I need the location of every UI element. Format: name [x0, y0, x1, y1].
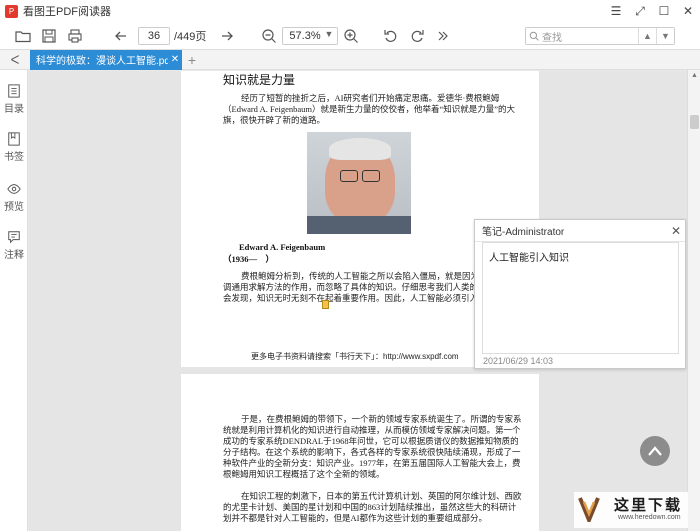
left-sidebar: 目录 书签 预览 注释 [0, 70, 28, 531]
tab-label: 科学的极致：漫谈人工智能.pdf [36, 56, 168, 67]
watermark: 这里下载 www.heredown.com [574, 492, 688, 528]
paragraph: 在知识工程的刺激下，日本的第五代计算机计划、英国的阿尔维计划、西欧的尤里卡计划、… [223, 491, 522, 523]
rotate-left-icon[interactable] [378, 24, 404, 48]
search-input[interactable]: 查找 [542, 29, 638, 44]
close-icon[interactable]: ✕ [676, 0, 700, 22]
section-heading: 知识就是力量 [223, 73, 296, 87]
vertical-scrollbar[interactable]: ▲ [687, 70, 700, 531]
sidebar-item-annotation[interactable]: 注释 [0, 230, 28, 261]
zoom-value: 57.3% [289, 29, 321, 42]
rotate-right-icon[interactable] [404, 24, 430, 48]
watermark-url: www.heredown.com [618, 514, 681, 521]
tab-document[interactable]: 科学的极致：漫谈人工智能.pdf ✕ [30, 49, 182, 70]
comment-icon [8, 231, 20, 244]
portrait-shirt [307, 216, 411, 234]
note-popup: 笔记-Administrator ✕ 人工智能引入知识 2021/06/29 1… [474, 219, 686, 369]
toc-icon [8, 84, 20, 98]
menu-icon[interactable]: ☰ [604, 0, 628, 22]
back-to-top-button[interactable] [640, 436, 670, 466]
note-marker-icon[interactable] [322, 300, 329, 309]
note-text-area[interactable]: 人工智能引入知识 [482, 242, 679, 354]
print-icon[interactable] [62, 24, 88, 48]
app-logo-icon: P [5, 4, 18, 18]
sidebar-item-bookmark[interactable]: 书签 [0, 132, 28, 163]
watermark-logo-icon [578, 497, 600, 522]
note-title: 笔记-Administrator [482, 227, 565, 238]
save-icon[interactable] [36, 24, 62, 48]
prev-page-icon[interactable] [108, 24, 134, 48]
zoom-in-icon[interactable] [338, 24, 364, 48]
page-footer-text: 更多电子书资料请搜索「书行天下」：http://www.sxpdf.com [251, 352, 459, 361]
paragraph: 经历了短暂的挫折之后，AI研究者们开始痛定思痛。爱德华·费根鲍姆（Edward … [223, 93, 516, 125]
chevron-up-icon [648, 446, 662, 456]
note-timestamp: 2021/06/29 14:03 [483, 356, 554, 366]
maximize-icon[interactable]: ☐ [652, 0, 676, 22]
scroll-up-icon[interactable]: ▲ [688, 70, 700, 82]
page-number-input[interactable]: 36 [138, 26, 170, 45]
close-icon[interactable]: ✕ [667, 224, 685, 238]
sidebar-item-label: 目录 [4, 104, 24, 115]
zoom-select[interactable]: 57.3% ▼ [282, 26, 339, 45]
image-caption: Edward A. Feigenbaum [239, 242, 326, 252]
page-total: /449页 [174, 30, 207, 43]
portrait-hair [329, 138, 391, 160]
sidebar-item-label: 书签 [4, 152, 24, 163]
sidebar-item-toc[interactable]: 目录 [0, 84, 28, 115]
image-caption-years: （1936— ） [223, 254, 275, 264]
search-prev-icon[interactable]: ▲ [638, 28, 656, 44]
search-box[interactable]: 查找 ▲ ▼ [525, 27, 675, 45]
new-tab-icon[interactable]: + [182, 52, 202, 68]
fullscreen-icon[interactable]: ⤢ [628, 0, 652, 22]
collapse-sidebar-icon[interactable]: ᐸ [0, 50, 30, 70]
next-page-icon[interactable] [214, 24, 240, 48]
scroll-thumb[interactable] [690, 115, 699, 129]
more-tools-icon[interactable] [430, 24, 456, 48]
portrait-glasses-left [340, 170, 358, 182]
title-bar: P 看图王PDF阅读器 ☰ ⤢ ☐ ✕ [0, 0, 700, 22]
note-header: 笔记-Administrator ✕ [475, 220, 685, 242]
search-next-icon[interactable]: ▼ [656, 28, 674, 44]
watermark-text: 这里下载 [614, 496, 683, 514]
chevron-down-icon: ▼ [324, 28, 334, 39]
paragraph: 于是，在费根鲍姆的带领下，一个新的领域专家系统诞生了。所谓的专家系统就是利用计算… [223, 414, 522, 479]
pdf-page: 于是，在费根鲍姆的带领下，一个新的领域专家系统诞生了。所谓的专家系统就是利用计算… [181, 374, 539, 531]
tab-bar: ᐸ 科学的极致：漫谈人工智能.pdf ✕ + [0, 49, 700, 70]
sidebar-item-preview[interactable]: 预览 [0, 182, 28, 213]
window-controls: ☰ ⤢ ☐ ✕ [604, 0, 700, 22]
toolbar: 36 /449页 57.3% ▼ 查找 ▲ ▼ [0, 22, 700, 50]
tab-close-icon[interactable]: ✕ [168, 54, 182, 65]
sidebar-item-label: 预览 [4, 202, 24, 213]
sidebar-item-label: 注释 [4, 250, 24, 261]
portrait-image [307, 132, 411, 234]
bookmark-icon [8, 132, 20, 146]
search-icon [526, 31, 542, 41]
open-folder-icon[interactable] [10, 24, 36, 48]
zoom-out-icon[interactable] [256, 24, 282, 48]
portrait-glasses-right [362, 170, 380, 182]
eye-icon [7, 184, 21, 194]
app-title: 看图王PDF阅读器 [23, 6, 111, 18]
